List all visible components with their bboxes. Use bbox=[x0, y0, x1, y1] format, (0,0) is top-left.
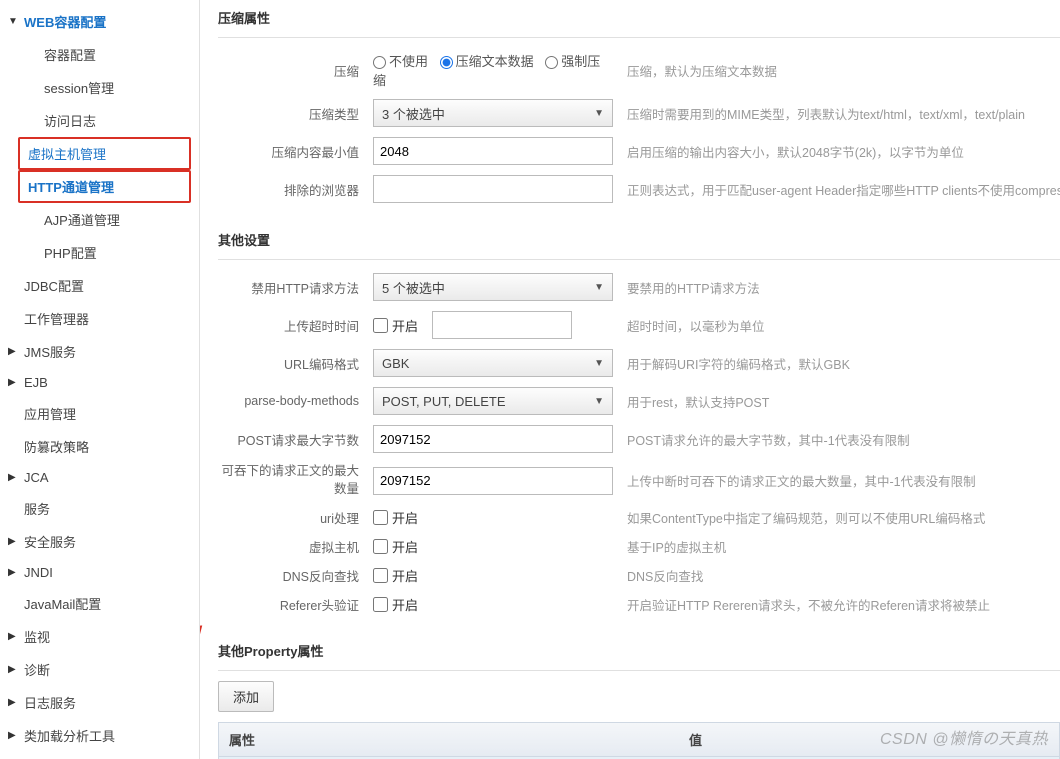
hint-uri: 如果ContentType中指定了编码规范，则可以不使用URL编码格式 bbox=[613, 508, 1060, 527]
section-other-title: 其他设置 bbox=[218, 222, 1060, 260]
hint-compress: 压缩，默认为压缩文本数据 bbox=[613, 61, 1060, 80]
tree-item[interactable]: 容器配置 bbox=[0, 38, 199, 71]
tree-root[interactable]: WEB容器配置 bbox=[0, 5, 199, 38]
hint-referer: 开启验证HTTP Rereren请求头，不被允许的Referen请求将被禁止 bbox=[613, 595, 1060, 614]
tree-item[interactable]: 监视 bbox=[0, 620, 199, 653]
tree-item[interactable]: EJB bbox=[0, 368, 199, 397]
tree-item[interactable]: 服务 bbox=[0, 492, 199, 525]
tree-item[interactable]: 应用管理 bbox=[0, 397, 199, 430]
tree-item[interactable]: JMS服务 bbox=[0, 335, 199, 368]
label-url: URL编码格式 bbox=[218, 354, 373, 373]
tree-item[interactable]: 类加载分析工具 bbox=[0, 719, 199, 752]
hint-upload: 超时时间，以毫秒为单位 bbox=[613, 316, 1060, 335]
select-url[interactable]: GBK▼ bbox=[373, 349, 613, 377]
input-exclude[interactable] bbox=[373, 175, 613, 203]
select-disable[interactable]: 5 个被选中▼ bbox=[373, 273, 613, 301]
input-minsize[interactable] bbox=[373, 137, 613, 165]
tree-item[interactable]: JDBC配置 bbox=[0, 269, 199, 302]
input-swallow[interactable] bbox=[373, 467, 613, 495]
input-postmax[interactable] bbox=[373, 425, 613, 453]
label-uri: uri处理 bbox=[218, 508, 373, 527]
select-compress-type[interactable]: 3 个被选中▼ bbox=[373, 99, 613, 127]
chk-vhost[interactable] bbox=[373, 539, 388, 554]
label-compress: 压缩 bbox=[218, 61, 373, 80]
watermark: CSDN @懒惰の天真热 bbox=[880, 725, 1048, 749]
input-upload-timeout[interactable] bbox=[432, 311, 572, 339]
section-props-title: 其他Property属性 bbox=[218, 633, 1060, 671]
chk-uri[interactable] bbox=[373, 510, 388, 525]
hint-parse: 用于rest，默认支持POST bbox=[613, 392, 1060, 411]
label-ctype: 压缩类型 bbox=[218, 104, 373, 123]
tree-item[interactable]: 资源 bbox=[0, 752, 199, 759]
label-minsize: 压缩内容最小值 bbox=[218, 142, 373, 161]
section-compress-title: 压缩属性 bbox=[218, 0, 1060, 38]
hint-swallow: 上传中断时可吞下的请求正文的最大数量，其中-1代表没有限制 bbox=[613, 471, 1060, 490]
label-swallow: 可吞下的请求正文的最大数量 bbox=[218, 463, 373, 498]
chevron-down-icon: ▼ bbox=[594, 396, 604, 407]
hint-postmax: POST请求允许的最大字节数，其中-1代表没有限制 bbox=[613, 430, 1060, 449]
tree-item[interactable]: JNDI bbox=[0, 558, 199, 587]
label-exclude: 排除的浏览器 bbox=[218, 180, 373, 199]
chk-dns[interactable] bbox=[373, 568, 388, 583]
tree-item[interactable]: 诊断 bbox=[0, 653, 199, 686]
label-disable: 禁用HTTP请求方法 bbox=[218, 278, 373, 297]
label-referer: Referer头验证 bbox=[218, 595, 373, 614]
chevron-down-icon: ▼ bbox=[594, 282, 604, 293]
tree-item[interactable]: 访问日志 bbox=[0, 104, 199, 137]
hint-exclude: 正则表达式，用于匹配user-agent Header指定哪些HTTP clie… bbox=[613, 180, 1060, 199]
select-parse[interactable]: POST, PUT, DELETE▼ bbox=[373, 387, 613, 415]
col-header-attr: 属性 bbox=[219, 723, 679, 756]
tree-item[interactable]: 工作管理器 bbox=[0, 302, 199, 335]
chk-upload[interactable] bbox=[373, 318, 388, 333]
hint-vhost: 基于IP的虚拟主机 bbox=[613, 537, 1060, 556]
tree-item[interactable]: AJP通道管理 bbox=[0, 203, 199, 236]
sidebar: WEB容器配置 容器配置session管理访问日志虚拟主机管理HTTP通道管理A… bbox=[0, 0, 200, 759]
hint-dns: DNS反向查找 bbox=[613, 566, 1060, 585]
marked-item[interactable]: HTTP通道管理 bbox=[18, 170, 191, 203]
tree-item[interactable]: 防篡改策略 bbox=[0, 430, 199, 463]
label-parse: parse-body-methods bbox=[218, 394, 373, 408]
marked-item[interactable]: 虚拟主机管理 bbox=[18, 137, 191, 170]
chk-referer[interactable] bbox=[373, 597, 388, 612]
main-content: 压缩属性 压缩 不使用 压缩文本数据 强制压缩 压缩，默认为压缩文本数据 压缩类… bbox=[200, 0, 1060, 759]
label-dns: DNS反向查找 bbox=[218, 566, 373, 585]
tree-item[interactable]: 安全服务 bbox=[0, 525, 199, 558]
tree-item[interactable]: JavaMail配置 bbox=[0, 587, 199, 620]
hint-ctype: 压缩时需要用到的MIME类型，列表默认为text/html，text/xml，t… bbox=[613, 104, 1060, 123]
tree-item[interactable]: 日志服务 bbox=[0, 686, 199, 719]
label-vhost: 虚拟主机 bbox=[218, 537, 373, 556]
tree-item[interactable]: JCA bbox=[0, 463, 199, 492]
radio-compress[interactable]: 不使用 压缩文本数据 强制压缩 bbox=[373, 51, 613, 89]
tree-item[interactable]: PHP配置 bbox=[0, 236, 199, 269]
chevron-down-icon: ▼ bbox=[594, 358, 604, 369]
hint-disable: 要禁用的HTTP请求方法 bbox=[613, 278, 1060, 297]
hint-minsize: 启用压缩的输出内容大小，默认2048字节(2k)，以字节为单位 bbox=[613, 142, 1060, 161]
add-button[interactable]: 添加 bbox=[218, 681, 274, 712]
label-postmax: POST请求最大字节数 bbox=[218, 430, 373, 449]
hint-url: 用于解码URI字符的编码格式，默认GBK bbox=[613, 354, 1060, 373]
chevron-down-icon: ▼ bbox=[594, 108, 604, 119]
label-upload: 上传超时时间 bbox=[218, 316, 373, 335]
tree-item[interactable]: session管理 bbox=[0, 71, 199, 104]
